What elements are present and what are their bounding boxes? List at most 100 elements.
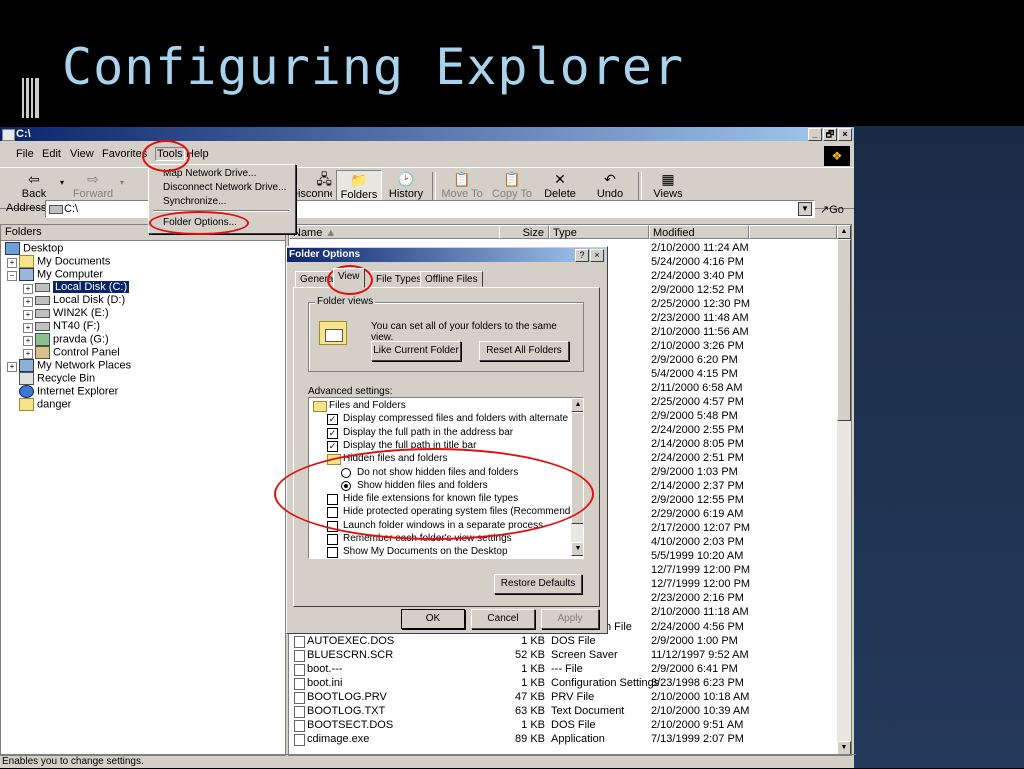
scroll-up-icon[interactable]: ▲ [571, 398, 583, 412]
tree-item-local-disk-c[interactable]: Local Disk (C:) [35, 281, 130, 293]
restore-defaults-button[interactable]: Restore Defaults [494, 574, 582, 594]
settings-checkbox[interactable]: Hide file extensions for known file type… [327, 493, 518, 506]
window-titlebar[interactable]: C:\ _ 🗗 × [0, 127, 854, 141]
settings-checkbox[interactable]: Show My Documents on the Desktop [327, 546, 508, 558]
menu-file[interactable]: File [16, 148, 34, 160]
tree-item-my-network-places[interactable]: My Network Places [19, 359, 131, 372]
minimize-button[interactable]: _ [808, 128, 822, 141]
settings-checkbox[interactable]: ✓ Display the full path in the address ba… [327, 427, 513, 439]
tree-item-pravda-g[interactable]: pravda (G:) [35, 333, 109, 346]
copy-to-button[interactable]: 📋 Copy To [490, 170, 534, 200]
close-button[interactable]: × [838, 128, 852, 141]
views-button[interactable]: ▦ Views [648, 170, 688, 200]
expand-icon[interactable]: + [23, 323, 33, 333]
expand-icon[interactable]: + [7, 258, 17, 268]
reset-all-folders-button[interactable]: Reset All Folders [479, 341, 569, 361]
settings-checkbox[interactable]: Remember each folder's view settings [327, 533, 512, 545]
checkbox[interactable] [327, 494, 338, 506]
disconnect-button[interactable]: 🖧Disconnect [290, 170, 332, 200]
apply-button[interactable]: Apply [541, 609, 599, 629]
scrollbar[interactable]: ▲ ▼ [837, 225, 851, 755]
table-row[interactable]: BLUESCRN.SCR 52 KB Screen Saver 11/12/1997 … [289, 648, 839, 662]
forward-arrow-icon: ⇨ [87, 171, 99, 187]
back-button[interactable]: ⇦ Back [14, 170, 54, 200]
expand-icon[interactable]: + [23, 284, 33, 294]
checkbox[interactable] [327, 534, 338, 545]
scroll-down-icon[interactable]: ▼ [837, 741, 851, 755]
tree-item-control-panel[interactable]: Control Panel [35, 346, 120, 359]
tab-offline-files[interactable]: Offline Files [420, 271, 483, 287]
scrollbar[interactable]: ▲ ▼ [571, 398, 583, 556]
column-header-size[interactable]: Size [499, 225, 549, 239]
menu-view[interactable]: View [70, 148, 94, 160]
settings-checkbox[interactable]: Hide protected operating system files (R… [327, 506, 583, 519]
tree-item-my-documents[interactable]: My Documents [19, 255, 110, 268]
scrollbar-thumb[interactable] [571, 412, 583, 524]
table-row[interactable]: boot.ini 1 KB Configuration Settings 3/23/1… [289, 676, 839, 690]
dialog-close-button[interactable]: × [590, 249, 604, 262]
radio-button[interactable] [341, 480, 351, 491]
tab-file-types[interactable]: File Types [371, 271, 427, 287]
checkbox[interactable]: ✓ [327, 414, 338, 426]
tree-item-local-disk-d[interactable]: Local Disk (D:) [35, 294, 125, 306]
checkbox[interactable] [327, 520, 338, 532]
menu-item-synchronize[interactable]: Synchronize... [163, 196, 226, 207]
menu-tools[interactable]: Tools [155, 147, 185, 161]
menu-item-map-network-drive[interactable]: Map Network Drive... [163, 168, 256, 179]
delete-button[interactable]: ✕ Delete [540, 170, 580, 200]
table-row[interactable]: BOOTLOG.TXT 63 KB Text Document 2/10/2000 1… [289, 704, 839, 718]
menu-help[interactable]: Help [186, 148, 209, 160]
checkbox[interactable] [327, 507, 338, 519]
checkbox[interactable] [327, 547, 338, 558]
like-current-folder-button[interactable]: Like Current Folder [371, 341, 461, 361]
tab-view[interactable]: View [333, 268, 365, 288]
move-to-button[interactable]: 📋 Move To [440, 170, 484, 200]
tree-item-recycle-bin[interactable]: Recycle Bin [19, 372, 95, 385]
settings-checkbox[interactable]: ✓ Display compressed files and folders wi… [327, 413, 583, 426]
tree-item-my-computer[interactable]: My Computer [19, 268, 103, 281]
menu-edit[interactable]: Edit [42, 148, 61, 160]
settings-checkbox[interactable]: Launch folder windows in a separate proc… [327, 520, 543, 532]
expand-icon[interactable]: + [23, 336, 33, 346]
ok-button[interactable]: OK [401, 609, 465, 629]
settings-radio[interactable]: Do not show hidden files and folders [341, 467, 518, 478]
scroll-up-icon[interactable]: ▲ [837, 225, 851, 239]
menu-item-folder-options[interactable]: Folder Options... [163, 217, 237, 228]
tree-item-win2k-e[interactable]: WIN2K (E:) [35, 307, 109, 319]
table-row[interactable]: cdimage.exe 89 KB Application 7/13/1999 2:0… [289, 732, 839, 746]
checkbox[interactable]: ✓ [327, 440, 338, 452]
expand-icon[interactable]: + [23, 349, 33, 359]
tree-item-danger[interactable]: danger [19, 398, 71, 411]
table-row[interactable]: BOOTLOG.PRV 47 KB PRV File 2/10/2000 10:18 … [289, 690, 839, 704]
cancel-button[interactable]: Cancel [471, 609, 535, 629]
table-row[interactable]: BOOTSECT.DOS 1 KB DOS File 2/10/2000 9:51 A… [289, 718, 839, 732]
settings-radio[interactable]: Show hidden files and folders [341, 480, 488, 491]
forward-button[interactable]: ⇨ Forward [70, 170, 116, 200]
maximize-button[interactable]: 🗗 [823, 128, 837, 141]
expand-icon[interactable]: + [7, 362, 17, 372]
history-button[interactable]: 🕑 History [386, 170, 426, 200]
tree-item-internet-explorer[interactable]: Internet Explorer [19, 385, 118, 398]
tree-item-nt40-f[interactable]: NT40 (F:) [35, 320, 100, 332]
settings-checkbox[interactable]: ✓ Display the full path in title bar [327, 440, 476, 452]
radio-button[interactable] [341, 467, 351, 478]
scroll-down-icon[interactable]: ▼ [571, 542, 583, 556]
help-button[interactable]: ? [575, 249, 589, 262]
table-row[interactable]: AUTOEXEC.DOS 1 KB DOS File 2/9/2000 1:00 PM [289, 634, 839, 648]
chevron-down-icon[interactable]: ▼ [798, 202, 812, 216]
tree-item-desktop[interactable]: Desktop [5, 242, 63, 255]
undo-button[interactable]: ↶ Undo [590, 170, 630, 200]
table-row[interactable]: boot.--- 1 KB --- File 2/9/2000 6:41 PM [289, 662, 839, 676]
dialog-titlebar[interactable]: Folder Options [287, 248, 605, 262]
collapse-icon[interactable]: − [7, 271, 17, 281]
expand-icon[interactable]: + [23, 297, 33, 307]
expand-icon[interactable]: + [23, 310, 33, 320]
go-button[interactable]: ↗Go [820, 203, 844, 216]
menu-favorites[interactable]: Favorites [102, 148, 147, 160]
menu-item-disconnect-network-drive[interactable]: Disconnect Network Drive... [163, 182, 286, 193]
drive-icon [35, 308, 50, 318]
scrollbar-thumb[interactable] [837, 239, 851, 421]
column-header-modified[interactable]: Modified [649, 225, 749, 239]
checkbox[interactable]: ✓ [327, 427, 338, 439]
column-header-type[interactable]: Type [549, 225, 649, 239]
